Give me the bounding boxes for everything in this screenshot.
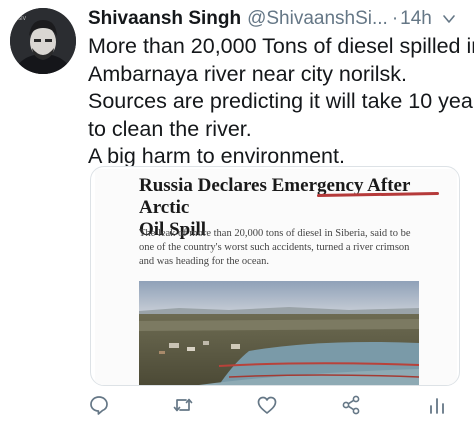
news-clipping: Russia Declares Emergency After Arctic O… (95, 169, 457, 385)
tweet-actions (88, 394, 448, 420)
analytics-icon[interactable] (426, 394, 448, 416)
attached-image[interactable]: Russia Declares Emergency After Arctic O… (90, 166, 460, 386)
author-name[interactable]: Shivaansh Singh (88, 8, 241, 30)
chevron-down-icon[interactable] (440, 10, 458, 28)
author-handle[interactable]: @ShivaanshSi... (247, 8, 388, 30)
svg-text:SIV: SIV (18, 16, 27, 22)
tweet-text-line: to clean the river. (88, 116, 252, 141)
tweet-text-line: More than 20,000 Tons of diesel spilled … (88, 34, 474, 58)
summary-line: and was heading for the ocean. (139, 256, 270, 267)
like-icon[interactable] (256, 394, 278, 416)
reply-icon[interactable] (88, 394, 110, 416)
avatar[interactable]: SIV (10, 8, 76, 74)
summary-line: one of the country's worst such accident… (139, 242, 410, 253)
share-icon[interactable] (340, 394, 362, 416)
headline-line: Russia Declares Emergency After Arctic (139, 175, 411, 218)
timestamp[interactable]: 14h (400, 8, 432, 30)
tweet-text-line: Ambarnaya river near city norilsk. (88, 61, 408, 86)
tweet-text: More than 20,000 Tons of diesel spilled … (88, 33, 474, 171)
profile-photo: SIV (10, 8, 76, 74)
tweet-text-line: Sources are predicting it will take 10 y… (88, 89, 474, 113)
oil-spill-photo (139, 281, 419, 385)
retweet-icon[interactable] (172, 394, 194, 416)
article-summary: The leak of more than 20,000 tons of die… (139, 227, 439, 269)
separator-dot: · (391, 8, 399, 29)
tweet-header: Shivaansh Singh @ShivaanshSi... · 14h (88, 6, 468, 32)
summary-line: The leak of more than 20,000 tons of die… (139, 228, 411, 239)
